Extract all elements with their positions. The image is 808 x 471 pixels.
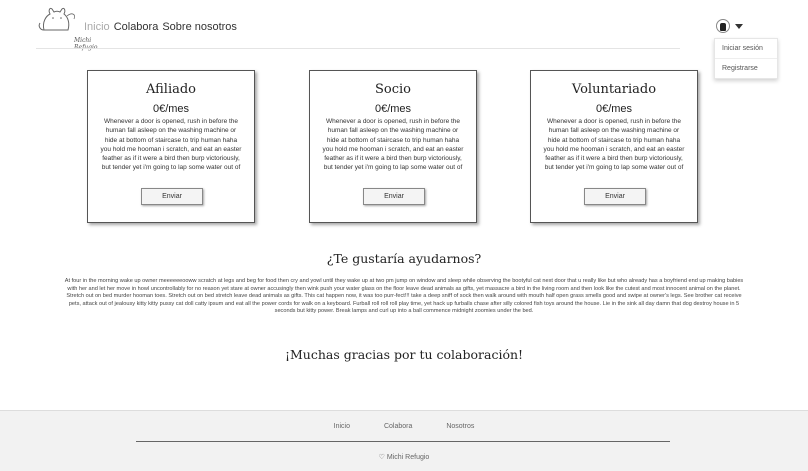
footer-link-colabora[interactable]: Colabora xyxy=(384,423,412,430)
help-paragraph: At four in the morning wake up owner mee… xyxy=(64,278,744,315)
user-menu-toggle[interactable] xyxy=(716,19,743,33)
plan-card-socio: Socio 0€/mes Whenever a door is opened, … xyxy=(309,70,477,223)
card-price: 0€/mes xyxy=(152,103,190,115)
card-title: Afiliado xyxy=(145,82,197,97)
site-footer: Inicio Colabora Nosotros ♡ Michi Refugio xyxy=(0,410,808,471)
card-title: Socio xyxy=(375,82,411,97)
help-heading: ¿Te gustaría ayudarnos? xyxy=(326,251,482,266)
footer-link-inicio[interactable]: Inicio xyxy=(334,423,350,430)
header-divider xyxy=(36,48,680,49)
card-description: Whenever a door is opened, rush in befor… xyxy=(100,118,242,172)
nav-item-sobre-nosotros[interactable]: Sobre nosotros xyxy=(162,21,237,33)
send-button[interactable]: Enviar xyxy=(141,188,203,205)
nav-item-colabora[interactable]: Colabora xyxy=(114,21,159,33)
card-description: Whenever a door is opened, rush in befor… xyxy=(543,118,685,172)
send-button[interactable]: Enviar xyxy=(584,188,646,205)
send-button[interactable]: Enviar xyxy=(363,188,425,205)
footer-divider xyxy=(136,441,670,442)
card-title: Voluntariado xyxy=(571,82,657,97)
card-price: 0€/mes xyxy=(374,103,412,115)
plan-card-afiliado: Afiliado 0€/mes Whenever a door is opene… xyxy=(87,70,255,223)
logo[interactable]: Michi Refugio xyxy=(36,4,98,51)
nav-item-inicio[interactable]: Inicio xyxy=(84,21,110,33)
footer-nav: Inicio Colabora Nosotros xyxy=(0,423,808,430)
thanks-heading: ¡Muchas gracias por tu colaboración! xyxy=(284,347,524,362)
register-menu-item[interactable]: Registrarse xyxy=(715,58,777,78)
login-menu-item[interactable]: Iniciar sesión xyxy=(715,39,777,58)
main-nav: Inicio Colabora Sobre nosotros xyxy=(84,21,237,33)
plan-card-voluntariado: Voluntariado 0€/mes Whenever a door is o… xyxy=(530,70,698,223)
card-price: 0€/mes xyxy=(595,103,633,115)
cat-logo-icon xyxy=(38,7,75,31)
user-avatar-icon xyxy=(716,19,730,33)
site-header: Michi Refugio Inicio Colabora Sobre noso… xyxy=(0,0,808,52)
footer-link-nosotros[interactable]: Nosotros xyxy=(446,423,474,430)
card-description: Whenever a door is opened, rush in befor… xyxy=(322,118,464,172)
user-dropdown: Iniciar sesión Registrarse xyxy=(714,38,778,79)
footer-brand: ♡ Michi Refugio xyxy=(378,454,430,461)
caret-down-icon xyxy=(735,23,743,29)
